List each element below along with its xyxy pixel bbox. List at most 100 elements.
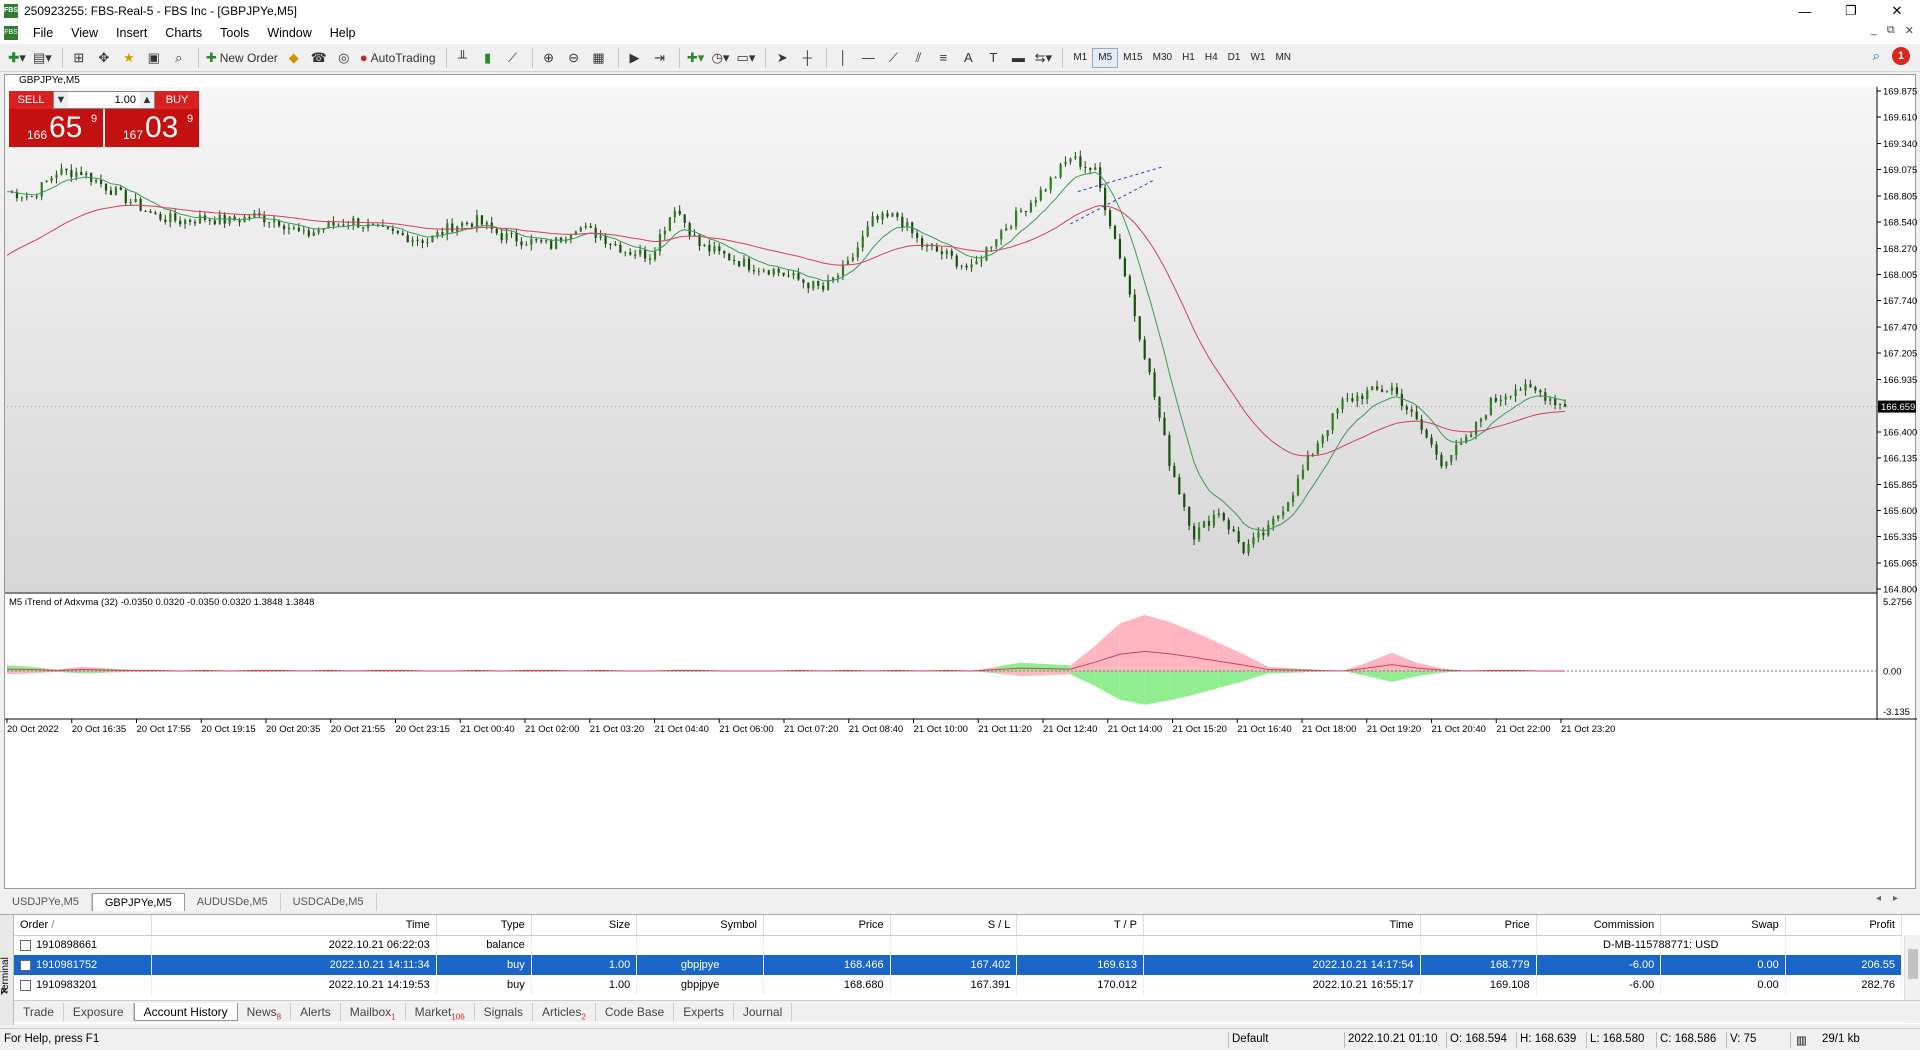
menu-help[interactable]: Help — [321, 26, 365, 40]
restore-button[interactable]: ❐ — [1828, 0, 1874, 22]
tab-account-history[interactable]: Account History — [133, 1002, 238, 1021]
tile-windows-icon[interactable]: ▦ — [588, 47, 610, 69]
fibonacci-icon[interactable]: ≡ — [932, 47, 954, 69]
navigator-icon[interactable]: ★ — [118, 47, 140, 69]
tab-exposure[interactable]: Exposure — [64, 1002, 134, 1021]
column-sl[interactable]: S / L — [890, 915, 1018, 936]
tab-alerts[interactable]: Alerts — [291, 1002, 341, 1021]
mdi-restore-button[interactable]: ⧉ — [1887, 24, 1895, 37]
autotrading-button[interactable]: ● AutoTrading — [358, 47, 438, 69]
terminal-icon[interactable]: ▣ — [143, 47, 165, 69]
timeframe-m15[interactable]: M15 — [1118, 48, 1147, 68]
metaeditor-icon[interactable]: ◆ — [283, 47, 305, 69]
column-tp[interactable]: T / P — [1016, 915, 1144, 936]
menu-view[interactable]: View — [62, 26, 107, 40]
crosshair-icon[interactable]: ┼ — [796, 47, 818, 69]
timeframe-d1[interactable]: D1 — [1223, 48, 1246, 68]
arrows-icon[interactable]: ▬ — [1007, 47, 1029, 69]
periods-icon[interactable]: ◷▾ — [710, 47, 732, 69]
search-icon[interactable]: ⌕ — [1873, 48, 1880, 64]
chart-window[interactable]: GBPJPYe,M5 5.2756 0.00 -3.135 169.875 169.6… — [4, 74, 1917, 890]
mdi-close-button[interactable]: ✕ — [1905, 24, 1914, 37]
buy-button[interactable]: BUY — [155, 91, 199, 109]
chart-shift-icon[interactable]: ⇥ — [649, 47, 671, 69]
status-profile[interactable]: Default — [1232, 1033, 1268, 1045]
column-price[interactable]: Price — [763, 915, 891, 936]
text-icon[interactable]: A — [957, 47, 979, 69]
trendline-icon[interactable]: ⟋ — [882, 47, 904, 69]
zoom-out-icon[interactable]: ⊖ — [563, 47, 585, 69]
column-size[interactable]: Size — [531, 915, 638, 936]
signals-icon[interactable]: ☎ — [308, 47, 330, 69]
table-row[interactable]: 1910898661 2022.10.21 06:22:03 balance D… — [14, 935, 1903, 955]
tab-signals[interactable]: Signals — [475, 1002, 534, 1021]
lot-up-icon[interactable]: ▲ — [140, 92, 154, 108]
column-close-time[interactable]: Time — [1143, 915, 1421, 936]
tab-mailbox[interactable]: Mailbox1 — [341, 1002, 406, 1021]
vertical-line-icon[interactable]: │ — [832, 47, 854, 69]
column-time[interactable]: Time — [151, 915, 437, 936]
data-window-icon[interactable]: ✥ — [93, 47, 115, 69]
table-row[interactable]: 1910983201 2022.10.21 14:19:53 buy 1.00 … — [14, 975, 1903, 995]
tab-journal[interactable]: Journal — [734, 1002, 793, 1021]
column-close-price[interactable]: Price — [1420, 915, 1537, 936]
templates-icon[interactable]: ▭▾ — [735, 47, 758, 69]
tab-code-base[interactable]: Code Base — [596, 1002, 675, 1021]
chart-tab-usdcad[interactable]: USDCADe,M5 — [281, 893, 377, 911]
close-button[interactable]: ✕ — [1874, 0, 1920, 22]
mdi-minimize-button[interactable]: _ — [1871, 24, 1877, 37]
column-profit[interactable]: Profit — [1785, 915, 1903, 936]
line-chart-icon[interactable]: ⟋ — [502, 47, 524, 69]
scrollbar-thumb[interactable] — [1908, 949, 1918, 979]
lot-size-value[interactable]: 1.00 — [68, 92, 140, 108]
chart-tab-usdjpy[interactable]: USDJPYe,M5 — [0, 893, 92, 911]
tab-market[interactable]: Market106 — [406, 1002, 475, 1021]
indicators-icon[interactable]: ✚▾ — [685, 47, 707, 69]
auto-scroll-icon[interactable]: ▶ — [624, 47, 646, 69]
menu-insert[interactable]: Insert — [107, 26, 156, 40]
notification-badge[interactable]: 1 — [1892, 47, 1910, 65]
profiles-icon[interactable]: ▤▾ — [31, 47, 54, 69]
minimize-button[interactable]: — — [1782, 0, 1828, 22]
column-commission[interactable]: Commission — [1536, 915, 1662, 936]
table-row[interactable]: 1910981752 2022.10.21 14:11:34 buy 1.00 … — [14, 955, 1903, 975]
channel-icon[interactable]: ⫽ — [907, 47, 929, 69]
sell-button[interactable]: SELL — [9, 91, 53, 109]
new-order-button[interactable]: ✚ New Order — [204, 47, 280, 69]
lot-size-field[interactable]: ▼ 1.00 ▲ — [53, 91, 155, 109]
shapes-icon[interactable]: ⇆▾ — [1032, 47, 1054, 69]
market-icon[interactable]: ◎ — [333, 47, 355, 69]
market-watch-icon[interactable]: ⊞ — [68, 47, 90, 69]
sell-price[interactable]: 166 65 9 — [9, 109, 103, 147]
buy-price[interactable]: 167 03 9 — [105, 109, 199, 147]
column-order[interactable]: Order / — [14, 915, 152, 936]
timeframe-mn[interactable]: MN — [1270, 48, 1296, 68]
timeframe-m30[interactable]: M30 — [1148, 48, 1177, 68]
chart-tab-gbpjpy[interactable]: GBPJPYe,M5 — [91, 893, 185, 911]
tab-experts[interactable]: Experts — [674, 1002, 734, 1021]
menu-charts[interactable]: Charts — [156, 26, 211, 40]
chart-tab-audusd[interactable]: AUDUSDe,M5 — [185, 893, 281, 911]
tab-scroll-arrows[interactable]: ◂▸ — [1876, 893, 1910, 904]
candlestick-icon[interactable]: ▮ — [477, 47, 499, 69]
tab-articles[interactable]: Articles2 — [533, 1002, 596, 1021]
price-chart[interactable]: 5.27560.00-3.135 169.875169.610169.34016… — [5, 75, 1917, 890]
timeframe-m1[interactable]: M1 — [1068, 48, 1092, 68]
text-label-icon[interactable]: T — [982, 47, 1004, 69]
new-chart-icon[interactable]: ✚ ▾ — [6, 47, 28, 69]
column-symbol[interactable]: Symbol — [636, 915, 764, 936]
document-icon[interactable]: FBS — [4, 26, 18, 40]
bar-chart-icon[interactable]: ╨ — [452, 47, 474, 69]
zoom-in-icon[interactable]: ⊕ — [538, 47, 560, 69]
horizontal-line-icon[interactable]: — — [857, 47, 879, 69]
column-swap[interactable]: Swap — [1660, 915, 1786, 936]
tab-trade[interactable]: Trade — [14, 1002, 64, 1021]
timeframe-m5[interactable]: M5 — [1092, 47, 1119, 68]
cursor-icon[interactable]: ➤ — [771, 47, 793, 69]
menu-window[interactable]: Window — [258, 26, 320, 40]
lot-down-icon[interactable]: ▼ — [54, 92, 68, 108]
column-type[interactable]: Type — [436, 915, 532, 936]
menu-file[interactable]: File — [24, 26, 62, 40]
timeframe-h1[interactable]: H1 — [1177, 48, 1200, 68]
timeframe-h4[interactable]: H4 — [1200, 48, 1223, 68]
